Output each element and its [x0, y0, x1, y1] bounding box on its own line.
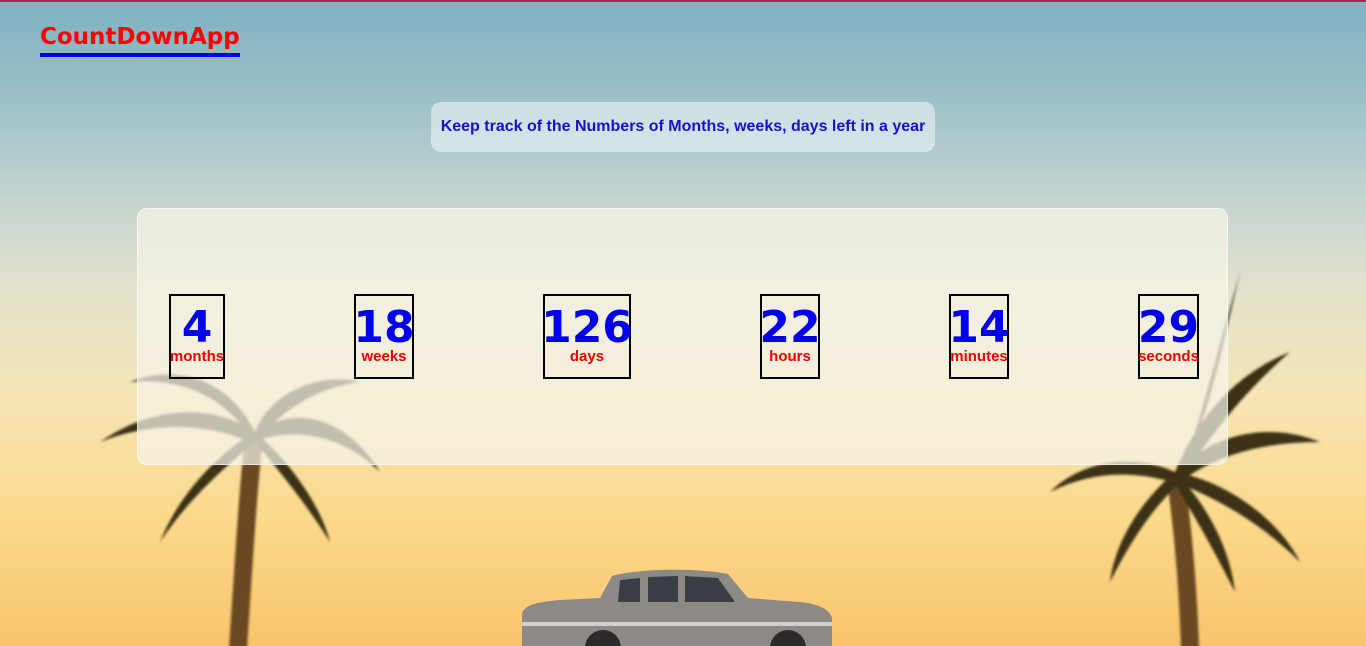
- hours-label: hours: [769, 348, 811, 365]
- countdown-months: 4 months: [169, 294, 225, 379]
- countdown-minutes: 14 minutes: [948, 294, 1010, 379]
- days-label: days: [569, 348, 605, 365]
- weeks-value: 18: [353, 302, 415, 353]
- weeks-label: weeks: [361, 348, 407, 365]
- minutes-value: 14: [948, 302, 1010, 353]
- countdown-hours: 22 hours: [759, 294, 821, 379]
- seconds-label: seconds: [1138, 348, 1199, 365]
- tagline-text: Keep track of the Numbers of Months, wee…: [440, 118, 926, 135]
- seconds-value: 29: [1137, 302, 1200, 353]
- app-logo[interactable]: CountDownApp: [40, 22, 240, 57]
- countdown-panel: 4 months 18 weeks 126 days 22 hours 14 m…: [137, 208, 1228, 465]
- countdown-days: 126 days: [541, 294, 633, 379]
- countdown-seconds: 29 seconds: [1138, 294, 1199, 379]
- months-value: 4: [181, 302, 213, 353]
- minutes-label: minutes: [950, 348, 1008, 365]
- vintage-car: [522, 569, 832, 646]
- months-label: months: [169, 348, 225, 365]
- hours-value: 22: [759, 302, 821, 353]
- days-value: 126: [541, 302, 633, 353]
- tagline-banner: Keep track of the Numbers of Months, wee…: [431, 102, 935, 152]
- countdown-weeks: 18 weeks: [353, 294, 415, 379]
